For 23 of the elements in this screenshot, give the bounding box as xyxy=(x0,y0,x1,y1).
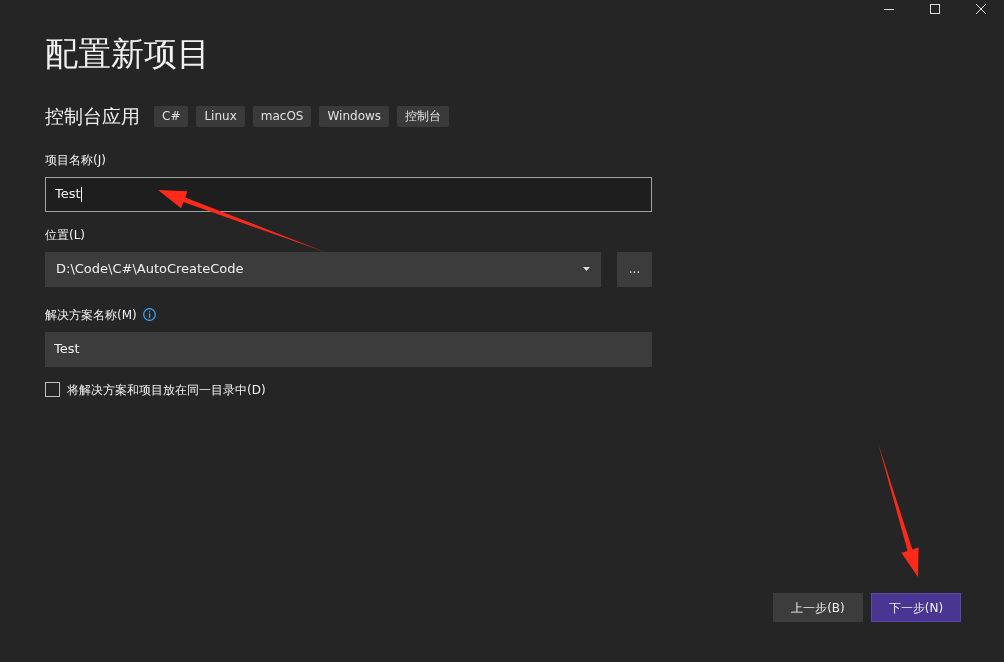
minimize-icon xyxy=(884,8,894,10)
field-label: 项目名称(J) xyxy=(45,151,106,169)
template-tag: 控制台 xyxy=(397,105,450,127)
caret-icon xyxy=(583,267,590,271)
template-tag: C# xyxy=(154,105,189,127)
checkbox-label: 将解决方案和项目放在同一目录中(D) xyxy=(67,381,266,399)
maximize-icon xyxy=(930,4,940,14)
field-label: 解决方案名称(M) xyxy=(45,306,137,324)
project-name-field[interactable]: Test xyxy=(45,176,652,212)
location-dropdown[interactable]: D:\Code\C#\AutoCreateCode xyxy=(45,251,601,287)
info-icon xyxy=(142,308,156,321)
next-button[interactable]: 下一步(N) xyxy=(871,593,961,622)
template-tag: Linux xyxy=(196,105,245,127)
browse-button[interactable]: ... xyxy=(617,251,652,287)
template-tag: macOS xyxy=(252,105,312,127)
template-name: 控制台应用 xyxy=(45,104,140,129)
checkbox[interactable] xyxy=(45,382,60,397)
back-button[interactable]: 上一步(B) xyxy=(773,593,863,622)
template-tag: Windows xyxy=(319,105,390,127)
solution-name-field[interactable]: Test xyxy=(45,331,652,367)
close-icon xyxy=(976,4,986,14)
window-title: 配置新项目 xyxy=(45,33,210,75)
field-label: 位置(L) xyxy=(45,226,86,244)
